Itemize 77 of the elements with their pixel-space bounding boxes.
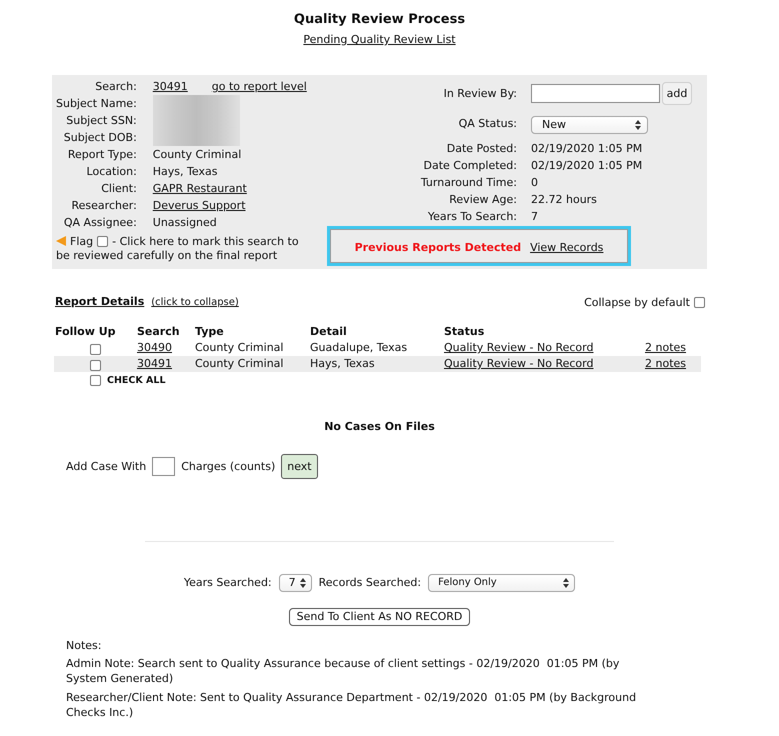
flag-checkbox[interactable] xyxy=(97,236,108,247)
updown-arrows-icon xyxy=(635,120,641,130)
table-cell-text: Hays, Texas xyxy=(310,356,376,372)
status-link[interactable]: Quality Review - No Record xyxy=(444,341,594,354)
page-title: Quality Review Process xyxy=(294,11,466,28)
years-searched-label: Years Searched: xyxy=(184,576,272,589)
column-header: Status xyxy=(444,324,486,340)
send-no-record-button[interactable]: Send To Client As NO RECORD xyxy=(288,608,470,626)
years-select[interactable]: 7 xyxy=(278,574,312,592)
view-records-link[interactable]: View Records xyxy=(530,241,604,254)
follow-up-checkbox[interactable] xyxy=(90,344,101,355)
collapse-link[interactable]: (click to collapse) xyxy=(151,294,239,311)
table-cell-text: County Criminal xyxy=(195,356,284,372)
field-label: Subject Name: xyxy=(56,96,137,112)
records-select[interactable]: Felony Only xyxy=(428,574,576,592)
pending-list-link[interactable]: Pending Quality Review List xyxy=(303,32,456,47)
field-value: 7 xyxy=(531,209,538,225)
field-label: Years To Search: xyxy=(426,209,517,225)
next-button[interactable]: next xyxy=(281,454,318,479)
field-label: Client: xyxy=(100,181,137,197)
field-label: Date Posted: xyxy=(446,141,517,157)
field-value: 22.72 hours xyxy=(531,192,597,208)
field-label: QA Status: xyxy=(458,116,517,132)
field-label: QA Assignee: xyxy=(62,215,137,231)
field-label: Date Completed: xyxy=(422,158,517,174)
search-link[interactable]: 30491 xyxy=(152,78,188,95)
no-cases-message: No Cases On Files xyxy=(324,420,435,433)
field-label: Review Age: xyxy=(448,192,517,208)
column-header: Detail xyxy=(310,324,348,340)
field-label: Subject SSN: xyxy=(65,113,137,129)
alert-text: Previous Reports Detected xyxy=(354,241,522,254)
field-value: 02/19/2020 1:05 PM xyxy=(531,141,642,157)
field-label: Researcher: xyxy=(70,198,137,214)
search-link[interactable]: 30491 xyxy=(137,357,172,370)
search-link[interactable]: 30490 xyxy=(137,341,172,354)
follow-up-checkbox[interactable] xyxy=(90,360,101,371)
check-all-checkbox[interactable] xyxy=(90,374,101,386)
table-cell-text: County Criminal xyxy=(195,340,284,356)
report-details-link[interactable]: Report Details xyxy=(55,293,144,310)
field-label: Location: xyxy=(86,164,137,180)
table-cell-text: Guadalupe, Texas xyxy=(310,340,408,356)
review-by-input[interactable] xyxy=(531,84,660,103)
note-text: Researcher/Client Note: Sent to Quality Assurance Department - 02/19/2020 01:05 PM (by Background Checks Inc.) xyxy=(66,690,638,720)
left-triangle-icon xyxy=(56,236,66,246)
field-label: Report Type: xyxy=(66,147,137,163)
field-link[interactable]: Deverus Support xyxy=(152,197,246,214)
charges-count-input[interactable] xyxy=(152,457,176,476)
updown-arrows-icon xyxy=(300,578,306,588)
collapse-checkbox[interactable] xyxy=(694,296,705,308)
column-header: Follow Up xyxy=(54,324,117,340)
add-button[interactable]: add xyxy=(662,82,692,105)
records-searched-label: Records Searched: xyxy=(318,576,422,589)
add-case-label: Add Case With xyxy=(66,460,146,473)
notes-link[interactable]: 2 notes xyxy=(645,357,686,370)
field-value: 02/19/2020 1:05 PM xyxy=(531,158,642,174)
column-header: Search xyxy=(137,324,181,340)
field-label: In Review By: xyxy=(442,86,517,102)
field-label: Subject DOB: xyxy=(62,130,137,146)
notes-link[interactable]: 2 notes xyxy=(645,341,686,354)
field-value: 0 xyxy=(531,175,538,191)
flag-option[interactable]: Flag - Click here to mark this search to be reviewed carefully on the final report xyxy=(56,235,310,263)
field-label: Turnaround Time: xyxy=(420,175,517,191)
check-all-label: CHECK ALL xyxy=(107,374,166,386)
field-link[interactable]: GAPR Restaurant xyxy=(152,180,247,197)
field-label: Search: xyxy=(94,79,137,95)
report-level-link[interactable]: go to report level xyxy=(212,78,307,95)
field-value: Unassigned xyxy=(152,215,217,231)
notes-heading: Notes: xyxy=(66,638,102,653)
column-header: Type xyxy=(195,324,225,340)
field-value: Hays, Texas xyxy=(152,164,218,180)
status-link[interactable]: Quality Review - No Record xyxy=(444,357,594,370)
charges-label: Charges (counts) xyxy=(181,460,276,473)
note-text: Admin Note: Search sent to Quality Assurance because of client settings - 02/19/2020 01:05 PM (by System Generated) xyxy=(66,656,620,686)
qa-status-select[interactable]: New xyxy=(531,116,648,134)
field-value: County Criminal xyxy=(152,147,242,163)
collapse-default-label: Collapse by default xyxy=(584,294,690,310)
updown-arrows-icon xyxy=(563,578,570,588)
